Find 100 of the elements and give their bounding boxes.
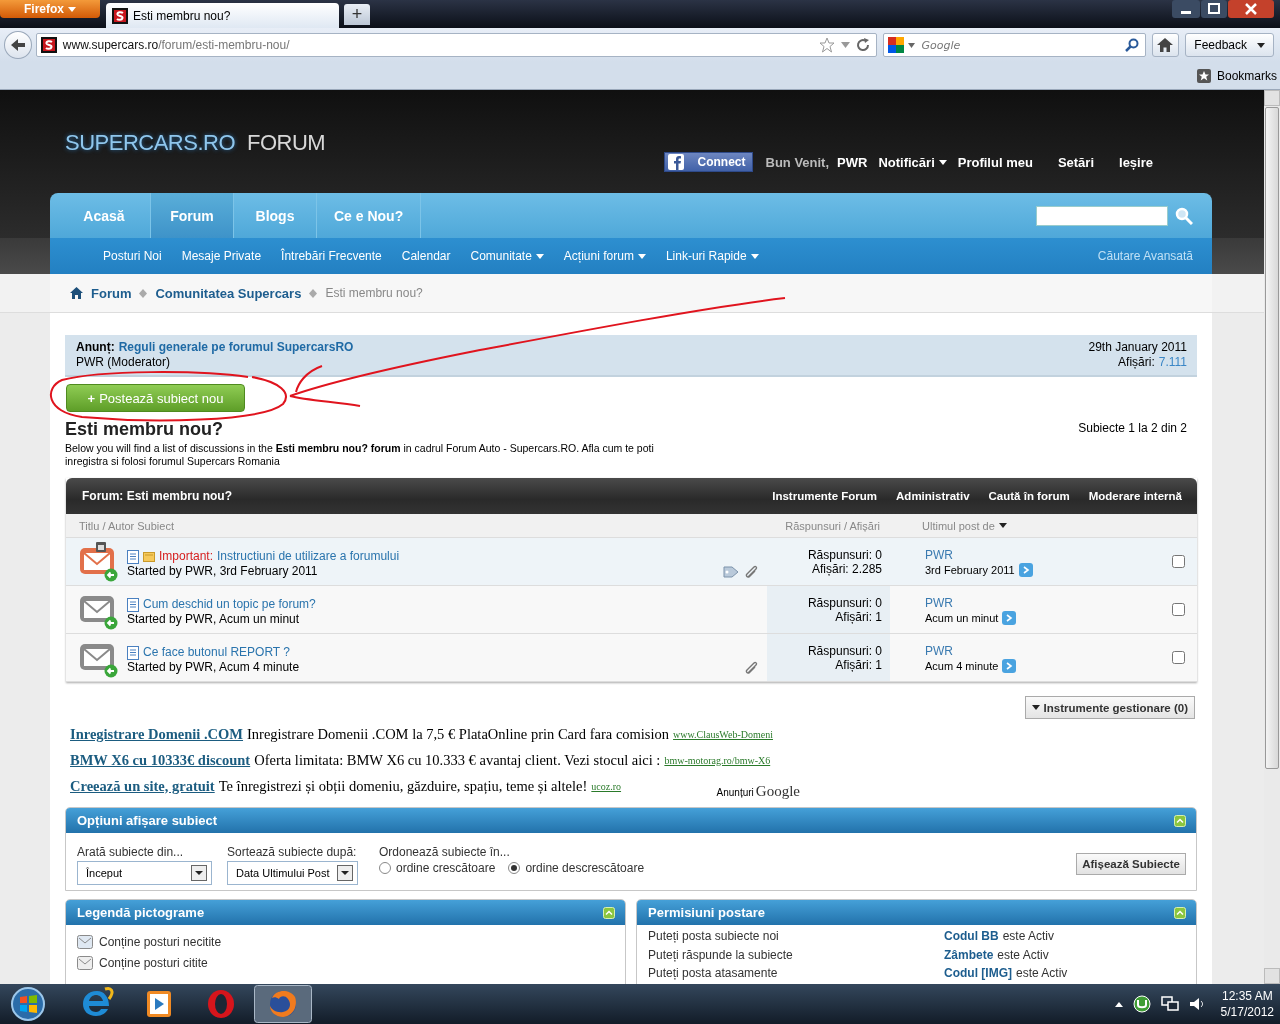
back-button[interactable]: [4, 31, 32, 59]
setting-link[interactable]: Zâmbete: [944, 947, 994, 962]
nav-link[interactable]: Calendar: [401, 249, 451, 263]
row-checkbox[interactable]: [1172, 555, 1185, 568]
caret-icon: [1257, 42, 1265, 48]
breadcrumb-link[interactable]: Comunitatea Supercars: [155, 285, 302, 301]
firefox-icon[interactable]: [254, 985, 312, 1023]
breadcrumb-link[interactable]: Forum: [91, 285, 132, 301]
volume-icon[interactable]: [1188, 996, 1205, 1012]
radio-button[interactable]: [508, 862, 521, 874]
user-link[interactable]: PWR: [925, 644, 1160, 659]
tool-link[interactable]: Moderare internă: [1088, 490, 1182, 502]
user-link[interactable]: PWR: [837, 154, 868, 170]
network-icon[interactable]: [1160, 996, 1179, 1012]
search-icon[interactable]: [1175, 206, 1193, 225]
clock-time[interactable]: 12:35 AM: [1220, 988, 1274, 1004]
browser-tab[interactable]: Esti membru nou?: [106, 3, 339, 28]
nav-link[interactable]: Comunitate: [470, 249, 544, 263]
ads-label: Anunțuri: [716, 787, 754, 798]
nav-link[interactable]: Acțiuni forum: [563, 249, 646, 263]
announcement-link[interactable]: Reguli generale pe forumul SupercarsRO: [118, 340, 354, 354]
field-label: Arată subiecte din...: [77, 845, 185, 859]
collapse-icon[interactable]: [1174, 906, 1186, 919]
caret-icon[interactable]: [841, 42, 851, 48]
new-tab-button[interactable]: +: [344, 4, 370, 25]
reload-icon[interactable]: [856, 38, 871, 52]
header-link[interactable]: Setări: [1057, 154, 1094, 170]
ad-url[interactable]: ucoz.ro: [591, 780, 622, 792]
pagination-text: Subiecte 1 la 2 din 2: [1078, 421, 1187, 437]
thread-link[interactable]: Cum deschid un topic pe forum?: [143, 597, 316, 612]
search-field[interactable]: Google: [883, 33, 1146, 57]
views-count: Afișări: 1: [834, 658, 882, 672]
views-count: Afișări: 2.285: [810, 562, 882, 576]
tool-link[interactable]: Administrativ: [896, 490, 970, 502]
welcome-text: Bun Venit,: [765, 154, 830, 170]
tool-link[interactable]: Caută în forum: [988, 490, 1070, 502]
site-logo[interactable]: SUPERCARS.RO FORUM: [65, 130, 326, 158]
dropdown-field[interactable]: Data Ultimului Post: [227, 861, 358, 885]
column-header[interactable]: Ultimul post de: [890, 519, 1007, 532]
nav-link[interactable]: Posturi Noi: [103, 249, 162, 263]
envelope-icon: [78, 541, 119, 582]
home-icon[interactable]: [70, 287, 83, 299]
column-header[interactable]: Titlu / Autor Subiect: [66, 519, 174, 532]
maximize-icon[interactable]: [1201, 0, 1227, 18]
nav-link[interactable]: Mesaje Private: [181, 249, 262, 263]
nav-link[interactable]: Întrebări Frecvente: [281, 249, 382, 263]
scrollbar[interactable]: [1264, 90, 1280, 984]
bookmarks-button[interactable]: Bookmarks: [1196, 68, 1277, 83]
feedback-button[interactable]: Feedback: [1185, 33, 1274, 57]
connect-button[interactable]: Connect: [663, 152, 753, 172]
minimize-icon[interactable]: [1172, 0, 1200, 18]
user-link[interactable]: PWR: [925, 596, 1160, 611]
go-to-post-icon[interactable]: [1018, 563, 1033, 577]
back-icon: [9, 38, 26, 52]
post-time: 3rd February 2011: [925, 564, 1015, 576]
setting-status: este Activ: [1002, 929, 1054, 943]
header-link[interactable]: Notificări: [878, 154, 947, 170]
radio-label[interactable]: ordine crescătoare: [396, 861, 496, 875]
separator-icon: [139, 288, 148, 298]
home-button[interactable]: [1151, 33, 1180, 57]
post-time: Acum 4 minute: [925, 660, 999, 672]
separator-icon: [309, 288, 318, 298]
row-checkbox[interactable]: [1172, 603, 1185, 616]
column-header[interactable]: Răspunsuri / Afișări: [785, 519, 890, 532]
torrent-icon[interactable]: [1132, 995, 1151, 1013]
document-icon: [127, 645, 139, 660]
header-link[interactable]: Profilul meu: [957, 154, 1033, 170]
thread-link[interactable]: Instructiuni de utilizare a forumului: [217, 549, 400, 564]
dropdown-field[interactable]: Început: [77, 861, 212, 885]
go-to-post-icon[interactable]: [1002, 611, 1017, 625]
ad-link[interactable]: BMW X6 cu 10333€ discount: [70, 751, 251, 769]
header-link[interactable]: Ieșire: [1119, 154, 1153, 170]
close-icon[interactable]: [1228, 0, 1274, 18]
user-link[interactable]: PWR: [925, 548, 1160, 563]
ad-link[interactable]: Creează un site, gratuit: [70, 777, 215, 795]
ad-url[interactable]: www.ClausWeb-Domeni: [673, 728, 773, 740]
tool-link[interactable]: Instrumente Forum: [772, 490, 878, 502]
nav-link[interactable]: Link-uri Rapide: [665, 249, 759, 263]
thread-link[interactable]: Ce face butonul REPORT ?: [143, 645, 290, 660]
ad-url[interactable]: bmw-motorag.ro/bmw-X6: [664, 754, 771, 766]
address-field[interactable]: www.supercars.ro/forum/esti-membru-nou/: [35, 33, 878, 57]
go-to-post-icon[interactable]: [1002, 659, 1017, 673]
setting-link[interactable]: Codul BB: [944, 929, 999, 943]
sticky-icon: [143, 551, 155, 562]
radio-label[interactable]: ordine descrescătoare: [525, 861, 645, 875]
radio-button[interactable]: [379, 862, 391, 874]
clock-date[interactable]: 5/17/2012: [1220, 1004, 1274, 1020]
prefix-label: Important:: [159, 549, 214, 564]
show-hidden-icon[interactable]: [1114, 1001, 1123, 1007]
replies-count: Răspunsuri: 0: [806, 596, 882, 610]
manage-tools-button[interactable]: Instrumente gestionare (0): [1024, 696, 1195, 719]
setting-link[interactable]: Codul [IMG]: [944, 966, 1012, 981]
ad-link[interactable]: Inregistrare Domenii .COM: [70, 725, 244, 743]
collapse-icon[interactable]: [1174, 814, 1186, 827]
collapse-icon[interactable]: [603, 906, 615, 919]
row-checkbox[interactable]: [1172, 651, 1185, 664]
logo-icon: [112, 7, 128, 24]
search-field[interactable]: [1036, 205, 1168, 226]
star-icon[interactable]: [819, 37, 836, 53]
show-topics-button[interactable]: Afișează Subiecte: [1076, 853, 1186, 875]
